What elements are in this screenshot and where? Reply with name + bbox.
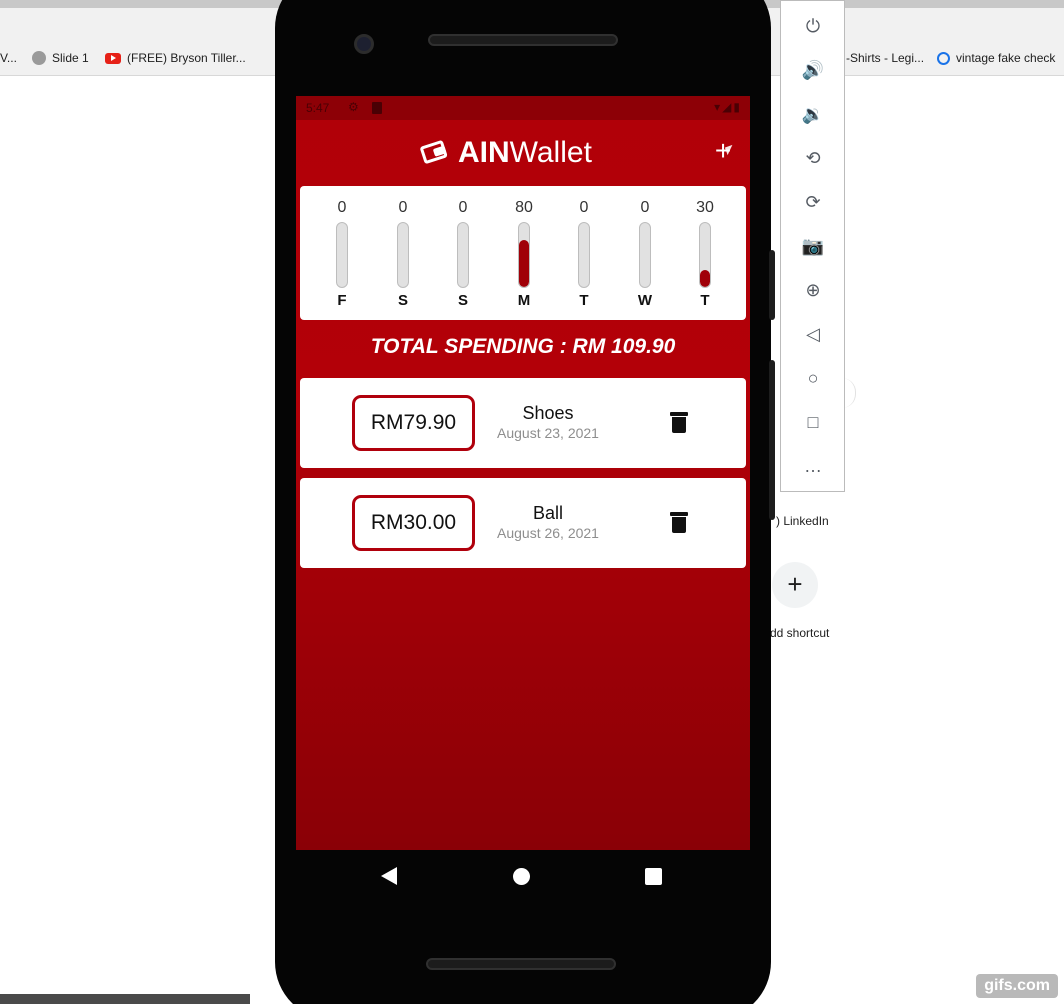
total-spending-text: TOTAL SPENDING : RM 109.90 (370, 335, 676, 358)
back-icon[interactable]: ◁ (800, 321, 826, 347)
day-column: 0 S (383, 198, 423, 309)
add-shortcut-label: dd shortcut (770, 626, 830, 640)
bookmark-label: Slide 1 (52, 51, 89, 65)
day-value: 30 (696, 199, 714, 216)
earpiece-speaker (428, 34, 618, 46)
wallet-icon (417, 137, 451, 168)
front-camera-icon (354, 34, 374, 54)
bookmark-slide-1[interactable]: Slide 1 (32, 51, 89, 65)
power-icon[interactable]: ⏻ (800, 13, 826, 39)
day-value: 0 (579, 199, 589, 216)
camera-icon[interactable]: 📷 (800, 233, 826, 259)
expense-date: August 23, 2021 (497, 425, 599, 441)
expense-date: August 26, 2021 (497, 525, 599, 541)
bookmark-label: V... (0, 51, 17, 65)
day-label: F (337, 292, 347, 309)
taskbar-fragment (0, 994, 250, 1004)
app-header: AINWallet + (296, 120, 750, 184)
day-column: 0 W (625, 198, 665, 309)
overview-icon[interactable]: □ (800, 409, 826, 435)
expense-card[interactable]: RM79.90 Shoes August 23, 2021 (300, 378, 746, 468)
sd-card-icon (372, 102, 382, 114)
watermark: gifs.com (976, 974, 1058, 998)
day-column: 0 F (322, 198, 362, 309)
day-column: 30 T (685, 198, 725, 309)
day-bar-track (518, 222, 530, 288)
day-column: 80 M (504, 198, 544, 309)
android-recents-icon[interactable] (645, 868, 662, 885)
day-label: T (700, 292, 710, 309)
screen-recording: V... Slide 1 (FREE) Bryson Tiller... -Sh… (0, 0, 1064, 1004)
day-column: 0 T (564, 198, 604, 309)
status-bar: 5:47 ⚙ ▾◢▮ (296, 96, 750, 120)
globe-icon (32, 51, 46, 65)
app-title-rest: Wallet (509, 136, 592, 169)
phone-volume-button (769, 360, 775, 520)
settings-gear-icon: ⚙ (348, 100, 359, 114)
app-screen: 5:47 ⚙ ▾◢▮ AINWallet + 0 F 0 S 0 S 80 M … (296, 96, 750, 850)
app-title: AINWallet (458, 136, 592, 170)
day-bar-track (639, 222, 651, 288)
status-time: 5:47 (306, 101, 330, 115)
bookmark-label: (FREE) Bryson Tiller... (127, 51, 246, 65)
more-icon[interactable]: … (800, 453, 826, 479)
android-home-icon[interactable] (513, 868, 530, 885)
rotate-left-icon[interactable]: ⟲ (800, 145, 826, 171)
day-bar-track (578, 222, 590, 288)
droplet-icon (937, 51, 950, 65)
app-title-bold: AIN (458, 136, 510, 169)
day-label: M (517, 292, 531, 309)
expense-card[interactable]: RM30.00 Ball August 26, 2021 (300, 478, 746, 568)
day-bar-fill (700, 269, 710, 287)
weekly-spending-chart: 0 F 0 S 0 S 80 M 0 T 0 W 30 T (300, 186, 746, 320)
volume-up-icon[interactable]: 🔊 (800, 57, 826, 83)
home-icon[interactable]: ○ (800, 365, 826, 391)
day-value: 80 (515, 199, 533, 216)
bookmark-vintage[interactable]: vintage fake check (937, 51, 1055, 65)
day-value: 0 (458, 199, 468, 216)
day-bar-track (457, 222, 469, 288)
day-label: T (579, 292, 589, 309)
day-value: 0 (640, 199, 650, 216)
emulator-toolbar: ⏻ 🔊 🔉 ⟲ ⟳ 📷 ⊕ ◁ ○ □ … (780, 0, 845, 492)
android-back-icon[interactable] (381, 867, 397, 885)
volume-down-icon[interactable]: 🔉 (800, 101, 826, 127)
day-label: S (397, 292, 408, 309)
bookmark-youtube[interactable]: (FREE) Bryson Tiller... (105, 51, 246, 65)
bookmark-item[interactable]: V... (0, 51, 17, 65)
status-icons: ▾◢▮ (714, 100, 742, 114)
delete-trash-icon[interactable] (670, 412, 688, 434)
bookmark-label: vintage fake check (956, 51, 1056, 65)
day-bar-track (336, 222, 348, 288)
bookmark-shirts[interactable]: -Shirts - Legi... (846, 51, 924, 65)
shortcut-linkedin-label[interactable]: ) LinkedIn (776, 514, 829, 528)
app-logo: AINWallet (417, 136, 592, 170)
bottom-speaker (426, 958, 616, 970)
day-bar-track (397, 222, 409, 288)
expense-name: Shoes (522, 403, 574, 423)
youtube-icon (105, 52, 121, 64)
delete-trash-icon[interactable] (670, 512, 688, 534)
expense-name: Ball (532, 503, 563, 523)
day-value: 0 (398, 199, 408, 216)
zoom-icon[interactable]: ⊕ (800, 277, 826, 303)
add-shortcut-button[interactable]: + (772, 562, 818, 608)
bookmark-label: -Shirts - Legi... (846, 51, 925, 65)
expense-amount: RM30.00 (352, 495, 475, 551)
day-column: 0 S (443, 198, 483, 309)
expense-amount: RM79.90 (352, 395, 475, 451)
day-value: 0 (337, 199, 347, 216)
day-label: S (457, 292, 468, 309)
phone-power-button (769, 250, 775, 320)
day-label: W (637, 292, 653, 309)
rotate-right-icon[interactable]: ⟳ (800, 189, 826, 215)
day-bar-track (699, 222, 711, 288)
day-bar-fill (519, 240, 529, 287)
